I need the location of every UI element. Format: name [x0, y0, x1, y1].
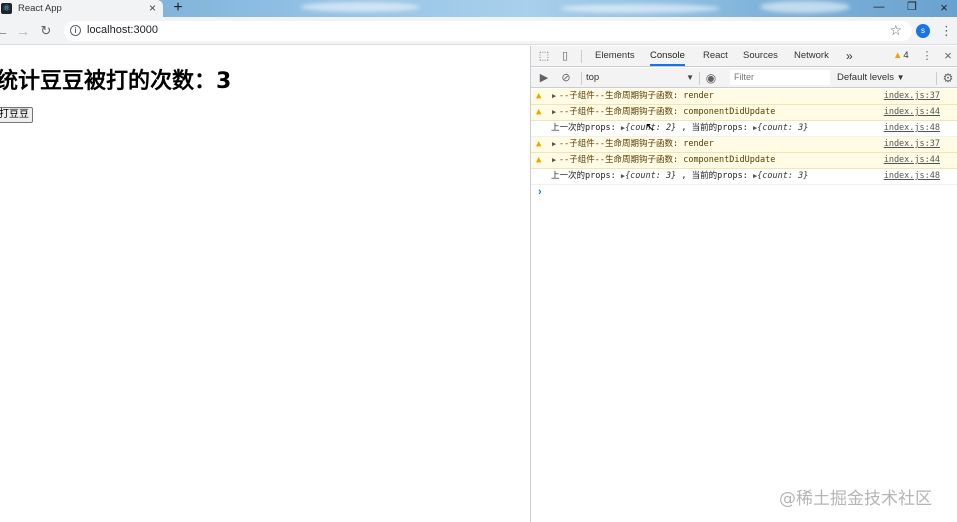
log-levels-select[interactable]: Default levels ▼: [837, 70, 905, 85]
log-source-link[interactable]: index.js:44: [884, 153, 940, 168]
props-prefix: 上一次的props:: [551, 123, 616, 133]
toolbar-divider: [936, 72, 937, 85]
console-warning-row[interactable]: ▲ ▶ --子组件--生命周期钩子函数: componentDidUpdate …: [531, 153, 957, 169]
tab-title: React App: [18, 3, 62, 14]
page-heading: 统计豆豆被打的次数：3: [0, 69, 232, 94]
log-source-link[interactable]: index.js:48: [884, 121, 940, 136]
page-viewport: 统计豆豆被打的次数：3 打豆豆: [0, 46, 530, 522]
prev-props-object[interactable]: {count: 3}: [625, 171, 676, 181]
warning-icon: ▲: [536, 155, 542, 165]
mouse-cursor-icon: ↖: [645, 120, 656, 134]
props-prefix: 上一次的props:: [551, 171, 616, 181]
context-select[interactable]: top ▼: [586, 70, 694, 85]
chevron-down-icon: ▼: [896, 73, 905, 82]
curr-props-object[interactable]: {count: 3}: [757, 123, 808, 133]
console-info-row[interactable]: 上一次的props: ▶{count: 2} , 当前的props: ▶{cou…: [531, 121, 957, 137]
new-tab-button[interactable]: +: [171, 0, 185, 17]
toolbar-divider: [699, 72, 700, 85]
warning-count-badge[interactable]: ▲4: [893, 46, 909, 66]
warning-icon: ▲: [536, 107, 542, 117]
curr-props-object[interactable]: {count: 3}: [757, 171, 808, 181]
log-source-link[interactable]: index.js:48: [884, 169, 940, 184]
bookmark-star-icon[interactable]: ☆: [889, 22, 902, 39]
settings-gear-icon[interactable]: ⚙: [941, 71, 955, 85]
sky-cloud: [760, 1, 850, 13]
log-source-link[interactable]: index.js:37: [884, 137, 940, 152]
address-bar: ← → ↻ i localhost:3000 ☆ s ⋮: [0, 17, 957, 45]
restore-icon[interactable]: ❐: [900, 0, 924, 17]
log-message: --子组件--生命周期钩子函数: componentDidUpdate: [559, 107, 776, 117]
back-icon[interactable]: ←: [0, 22, 10, 40]
more-tabs-icon[interactable]: »: [846, 46, 853, 66]
clear-console-icon[interactable]: ⊘: [559, 71, 573, 85]
sky-cloud: [300, 2, 420, 12]
expand-arrow-icon[interactable]: ▶: [552, 89, 556, 104]
devtools-panel: ⬚ ▯ Elements Console React Sources Netwo…: [530, 46, 957, 522]
log-message: --子组件--生命周期钩子函数: render: [559, 91, 714, 101]
reload-icon[interactable]: ↻: [38, 22, 54, 40]
react-favicon-icon: ⚛: [1, 3, 12, 14]
window-close-icon[interactable]: ×: [932, 0, 956, 17]
hit-doudou-button[interactable]: 打豆豆: [0, 107, 33, 123]
console-log-area: ▲ ▶ --子组件--生命周期钩子函数: render index.js:37 …: [531, 89, 957, 198]
console-toolbar: ▶ ⊘ top ▼ ◉ Default levels ▼ ⚙: [531, 68, 957, 88]
url-text[interactable]: localhost:3000: [87, 24, 158, 36]
console-warning-row[interactable]: ▲ ▶ --子组件--生命周期钩子函数: render index.js:37: [531, 89, 957, 105]
watermark: @稀土掘金技术社区: [779, 489, 932, 509]
log-source-link[interactable]: index.js:37: [884, 89, 940, 104]
toolbar-divider: [581, 72, 582, 85]
warning-icon: ▲: [536, 139, 542, 149]
eye-icon[interactable]: ◉: [704, 71, 718, 85]
minimize-icon[interactable]: —: [867, 0, 891, 17]
context-value: top: [586, 72, 600, 83]
filter-input[interactable]: [730, 70, 830, 85]
log-message: --子组件--生命周期钩子函数: componentDidUpdate: [559, 155, 776, 165]
warning-icon: ▲: [536, 91, 542, 101]
sky-cloud: [560, 4, 720, 13]
browser-tab[interactable]: ⚛ React App ×: [0, 0, 163, 17]
expand-arrow-icon[interactable]: ▶: [552, 137, 556, 152]
expand-arrow-icon[interactable]: ▶: [552, 153, 556, 168]
devtools-tab-bar: ⬚ ▯ Elements Console React Sources Netwo…: [531, 46, 957, 67]
console-warning-row[interactable]: ▲ ▶ --子组件--生命周期钩子函数: componentDidUpdate …: [531, 105, 957, 121]
tab-close-icon[interactable]: ×: [149, 1, 156, 16]
sidebar-toggle-icon[interactable]: ▶: [537, 71, 551, 85]
log-levels-label: Default levels: [837, 72, 895, 83]
props-middle: , 当前的props:: [681, 171, 748, 181]
console-warning-row[interactable]: ▲ ▶ --子组件--生命周期钩子函数: render index.js:37: [531, 137, 957, 153]
toolbar-divider: [581, 50, 582, 63]
log-message: --子组件--生命周期钩子函数: render: [559, 139, 714, 149]
profile-avatar[interactable]: s: [916, 24, 930, 38]
chrome-menu-icon[interactable]: ⋮: [940, 22, 953, 40]
device-toolbar-icon[interactable]: ▯: [558, 49, 572, 63]
devtools-menu-icon[interactable]: ⋮: [920, 49, 934, 63]
warning-count: 4: [903, 50, 909, 61]
info-icon[interactable]: i: [70, 25, 81, 36]
tab-network[interactable]: Network: [794, 46, 829, 66]
tab-react[interactable]: React: [703, 46, 728, 66]
tab-elements[interactable]: Elements: [595, 46, 635, 66]
console-info-row[interactable]: 上一次的props: ▶{count: 3} , 当前的props: ▶{cou…: [531, 169, 957, 185]
warning-triangle-icon: ▲: [893, 50, 903, 61]
expand-arrow-icon[interactable]: ▶: [552, 105, 556, 120]
tab-sources[interactable]: Sources: [743, 46, 778, 66]
log-message: 上一次的props: ▶{count: 2} , 当前的props: ▶{cou…: [551, 121, 808, 136]
props-middle: , 当前的props:: [681, 123, 748, 133]
log-source-link[interactable]: index.js:44: [884, 105, 940, 120]
omnibox[interactable]: i localhost:3000 ☆: [64, 21, 912, 41]
inspect-element-icon[interactable]: ⬚: [537, 49, 551, 63]
tab-console[interactable]: Console: [650, 46, 685, 66]
forward-icon[interactable]: →: [15, 22, 31, 40]
console-prompt-icon[interactable]: ›: [538, 186, 542, 198]
log-message: 上一次的props: ▶{count: 3} , 当前的props: ▶{cou…: [551, 169, 808, 184]
chevron-down-icon: ▼: [686, 73, 694, 82]
window-title-bar: ⚛ React App × + — ❐ ×: [0, 0, 957, 17]
devtools-close-icon[interactable]: ×: [941, 49, 955, 63]
